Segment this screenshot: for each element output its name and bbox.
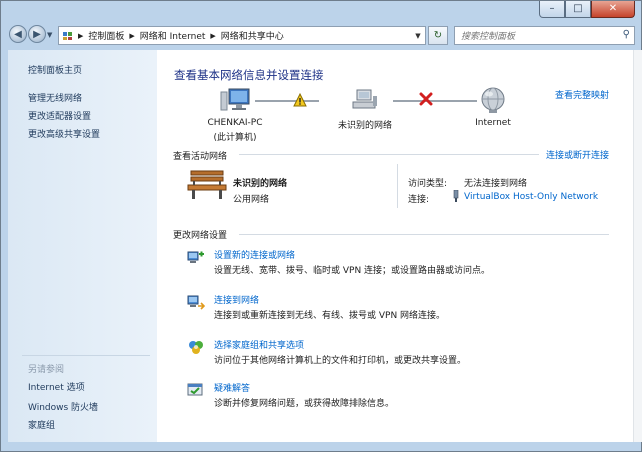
address-bar[interactable]: ▶ 控制面板 ▶ 网络和 Internet ▶ 网络和共享中心 ▼ xyxy=(58,26,426,45)
connect-disconnect-link[interactable]: 连接或断开连接 xyxy=(546,148,609,161)
search-box[interactable]: ⚲ xyxy=(454,26,635,45)
back-arrow-icon[interactable]: ◀ xyxy=(9,25,27,43)
change-settings-header: 更改网络设置 xyxy=(173,231,228,241)
main-content: 查看基本网络信息并设置连接 查看完整映射 CHENKAI-PC (此计算机) 未… xyxy=(157,50,633,442)
network-adapter-icon xyxy=(452,189,460,202)
navigation-bar: ◀ ▶ ▼ ▶ 控制面板 ▶ 网络和 Internet ▶ 网络和共享中心 ▼ … xyxy=(1,21,641,49)
section-divider xyxy=(239,234,609,235)
internet-globe-icon xyxy=(477,86,509,114)
connection-line-broken xyxy=(393,100,477,102)
sidebar-item-control-panel-home[interactable]: 控制面板主页 xyxy=(28,63,82,76)
unidentified-network-icon xyxy=(349,86,381,114)
computer-sub-label: (此计算机) xyxy=(213,133,257,143)
full-map-link[interactable]: 查看完整映射 xyxy=(555,88,609,101)
breadcrumb-network-internet[interactable]: 网络和 Internet xyxy=(137,29,209,42)
access-type-value: 无法连接到网络 xyxy=(464,179,528,189)
active-networks-header: 查看活动网络 xyxy=(173,152,228,162)
control-panel-icon xyxy=(63,31,73,41)
connection-adapter-link[interactable]: VirtualBox Host-Only Network xyxy=(464,192,598,202)
refresh-button[interactable]: ↻ xyxy=(428,26,448,45)
connections-label: 连接: xyxy=(408,195,430,205)
breadcrumb-separator-icon[interactable]: ▶ xyxy=(127,32,136,40)
page-title: 查看基本网络信息并设置连接 xyxy=(174,68,324,82)
network-name-label: 未识别的网络 xyxy=(337,121,392,131)
see-also-label: 另请参阅 xyxy=(28,365,65,375)
task-connect-network-desc: 连接到或重新连接到无线、有线、拨号或 VPN 网络连接。 xyxy=(214,311,446,321)
minimize-button[interactable]: – xyxy=(539,1,565,18)
window-bottom-border xyxy=(8,442,641,451)
computer-icon xyxy=(219,86,251,114)
internet-label: Internet xyxy=(475,118,511,128)
recent-pages-dropdown-icon[interactable]: ▼ xyxy=(47,31,52,39)
see-also-windows-firewall[interactable]: Windows 防火墙 xyxy=(28,400,98,413)
sidebar-item-manage-wireless[interactable]: 管理无线网络 xyxy=(28,91,82,104)
task-troubleshoot-desc: 诊断并修复网络问题，或获得故障排除信息。 xyxy=(214,399,395,409)
homegroup-icon xyxy=(187,338,205,356)
task-connect-network-link[interactable]: 连接到网络 xyxy=(214,293,259,306)
troubleshoot-icon xyxy=(187,381,205,399)
see-also-homegroup[interactable]: 家庭组 xyxy=(28,418,55,431)
active-network-name: 未识别的网络 xyxy=(233,179,288,189)
network-type-link[interactable]: 公用网络 xyxy=(233,192,269,205)
sidebar: 控制面板主页 管理无线网络 更改适配器设置 更改高级共享设置 另请参阅 Inte… xyxy=(8,50,157,442)
task-troubleshoot-link[interactable]: 疑难解答 xyxy=(214,381,250,394)
breadcrumb-separator-icon[interactable]: ▶ xyxy=(208,32,217,40)
address-dropdown-icon[interactable]: ▼ xyxy=(411,32,425,40)
search-icon[interactable]: ⚲ xyxy=(623,29,630,40)
network-sharing-center-window: – □ ✕ ◀ ▶ ▼ ▶ 控制面板 ▶ 网络和 Internet ▶ 网络和共… xyxy=(0,0,642,452)
title-bar: – □ ✕ xyxy=(1,1,641,21)
window-controls: – □ ✕ xyxy=(539,1,635,18)
connection-line xyxy=(255,100,319,102)
close-button[interactable]: ✕ xyxy=(591,1,635,18)
see-also-internet-options[interactable]: Internet 选项 xyxy=(28,380,85,393)
task-new-connection-link[interactable]: 设置新的连接或网络 xyxy=(214,248,295,261)
breadcrumb-control-panel[interactable]: 控制面板 xyxy=(85,29,127,42)
breadcrumb-network-sharing-center[interactable]: 网络和共享中心 xyxy=(218,29,287,42)
sidebar-item-advanced-sharing[interactable]: 更改高级共享设置 xyxy=(28,127,100,140)
new-connection-icon xyxy=(187,248,205,266)
sidebar-item-change-adapter[interactable]: 更改适配器设置 xyxy=(28,109,91,122)
task-homegroup-desc: 访问位于其他网络计算机上的文件和打印机，或更改共享设置。 xyxy=(214,356,467,366)
public-network-bench-icon[interactable] xyxy=(185,168,229,200)
task-new-connection-desc: 设置无线、宽带、拨号、临时或 VPN 连接；或设置路由器或访问点。 xyxy=(214,266,491,276)
computer-name-label: CHENKAI-PC xyxy=(207,118,263,128)
search-input[interactable] xyxy=(459,28,613,45)
warning-icon xyxy=(293,92,307,107)
forward-arrow-icon[interactable]: ▶ xyxy=(28,25,46,43)
sidebar-divider xyxy=(22,355,150,356)
breadcrumb-separator-icon[interactable]: ▶ xyxy=(76,32,85,40)
access-type-label: 访问类型: xyxy=(408,179,448,189)
disconnected-x-icon xyxy=(419,92,433,106)
section-divider xyxy=(239,154,539,155)
connect-network-icon xyxy=(187,293,206,311)
vertical-scrollbar[interactable] xyxy=(633,50,642,442)
vertical-divider xyxy=(397,164,398,208)
maximize-button[interactable]: □ xyxy=(565,1,591,18)
task-homegroup-link[interactable]: 选择家庭组和共享选项 xyxy=(214,338,304,351)
